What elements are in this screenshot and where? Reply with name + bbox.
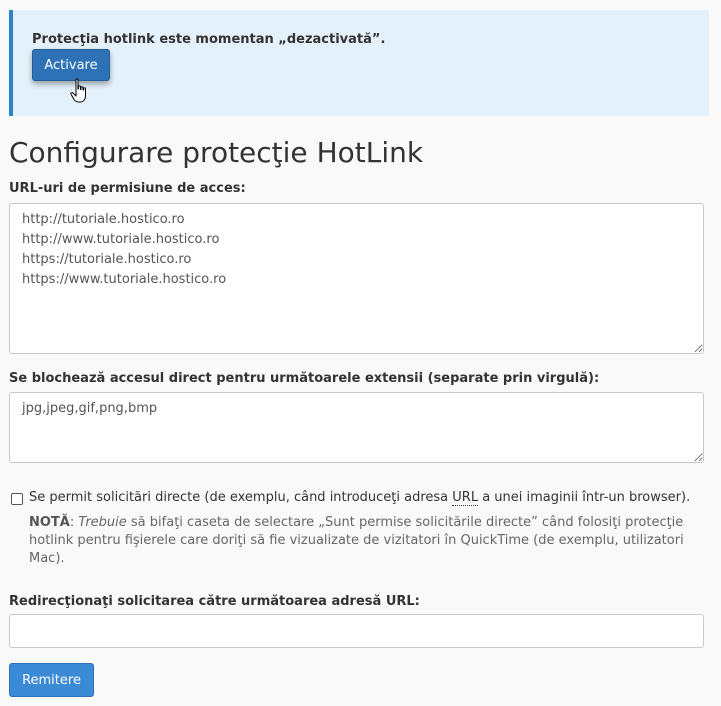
extensions-textarea[interactable]: jpg,jpeg,gif,png,bmp	[9, 392, 704, 463]
extensions-label: Se blochează accesul direct pentru următ…	[9, 371, 600, 386]
submit-button[interactable]: Remitere	[9, 663, 94, 697]
activate-button[interactable]: Activare	[32, 49, 110, 81]
allow-direct-requests-label[interactable]: Se permit solicitări directe (de exemplu…	[29, 490, 690, 506]
redirect-url-label: Redirecţionaţi solicitarea către următoa…	[9, 594, 420, 609]
redirect-url-input[interactable]	[9, 614, 704, 648]
hotlink-status-alert: Protecţia hotlink este momentan „dezacti…	[9, 10, 709, 116]
note-emphasis: Trebuie	[78, 515, 127, 530]
allow-direct-requests-checkbox[interactable]	[11, 493, 23, 505]
direct-requests-note: NOTĂ: Trebuie să bifaţi caseta de select…	[29, 515, 684, 566]
note-prefix: NOTĂ	[29, 515, 70, 530]
page-title: Configurare protecţie HotLink	[9, 136, 424, 169]
url-abbreviation: URL	[452, 490, 479, 506]
allowed-urls-label: URL-uri de permisiune de acces:	[9, 181, 246, 196]
alert-message: Protecţia hotlink este momentan „dezacti…	[32, 32, 386, 47]
hand-pointer-cursor-icon	[70, 78, 86, 103]
allowed-urls-textarea[interactable]: http://tutoriale.hostico.ro http://www.t…	[9, 203, 704, 354]
